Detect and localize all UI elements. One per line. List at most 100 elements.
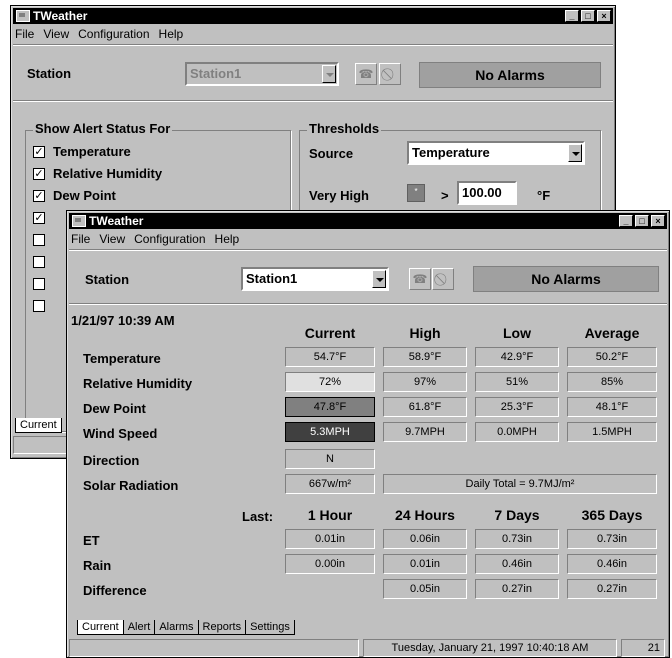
value-cell-low: 25.3°F	[475, 397, 559, 417]
checkbox-icon[interactable]	[33, 278, 45, 290]
tab-current[interactable]: Current	[15, 418, 62, 433]
app-icon	[72, 215, 86, 227]
front-titlebar[interactable]: TWeather _ □ ×	[69, 213, 667, 229]
minimize-icon[interactable]: _	[565, 10, 579, 22]
checkbox-icon[interactable]	[33, 300, 45, 312]
menu-help[interactable]: Help	[215, 231, 240, 247]
period-value-cell: 0.73in	[475, 529, 559, 549]
front-window[interactable]: TWeather _ □ × File View Configuration H…	[66, 210, 670, 658]
value-cell-low: 42.9°F	[475, 347, 559, 367]
value-cell-low: 0.0MPH	[475, 422, 559, 442]
period-header: 1 Hour	[307, 507, 353, 523]
tab-alert[interactable]: Alert	[122, 620, 156, 635]
dropdown-arrow-icon	[322, 65, 336, 83]
status-number: 21	[621, 639, 665, 657]
period-header: 7 Days	[494, 507, 540, 523]
divider	[69, 249, 667, 251]
value-cell-average: 85%	[567, 372, 657, 392]
checkbox-icon[interactable]	[33, 256, 45, 268]
checkbox-icon[interactable]: ✓	[33, 212, 45, 224]
checkbox-icon[interactable]: ✓	[33, 190, 45, 202]
maximize-icon[interactable]: □	[581, 10, 595, 22]
status-datetime: Tuesday, January 21, 1997 10:40:18 AM	[363, 639, 617, 657]
value-cell-high: 9.7MPH	[383, 422, 467, 442]
tab-strip: Current Alert Alarms Reports Settings	[77, 620, 295, 635]
alarm-status: No Alarms	[473, 266, 659, 292]
alert-item-label: Relative Humidity	[53, 166, 163, 181]
station-select[interactable]: Station1	[241, 267, 389, 291]
menu-help[interactable]: Help	[159, 26, 184, 42]
station-label: Station	[85, 272, 130, 287]
daily-total: Daily Total = 9.7MJ/m²	[383, 474, 657, 494]
menubar: File View Configuration Help	[15, 26, 192, 42]
period-value-cell: 0.73in	[567, 529, 657, 549]
divider	[13, 44, 613, 46]
alert-group-title: Show Alert Status For	[33, 121, 173, 136]
color-swatch[interactable]: *	[407, 184, 425, 202]
close-icon[interactable]: ×	[597, 10, 611, 22]
value-cell-high: 97%	[383, 372, 467, 392]
unit-label: °F	[537, 188, 551, 203]
solar-label: Solar Radiation	[83, 478, 179, 493]
period-row-label: Difference	[83, 583, 147, 598]
minimize-icon[interactable]: _	[619, 215, 633, 227]
menu-view[interactable]: View	[43, 26, 69, 42]
checkbox-icon[interactable]	[33, 234, 45, 246]
no-entry-icon: ⃠	[432, 268, 454, 290]
column-header: Current	[304, 325, 356, 341]
station-label: Station	[27, 66, 72, 81]
period-value-cell: 0.01in	[383, 554, 467, 574]
value-cell-average: 48.1°F	[567, 397, 657, 417]
value-cell-average: 50.2°F	[567, 347, 657, 367]
checkbox-icon[interactable]: ✓	[33, 168, 45, 180]
alarm-status: No Alarms	[419, 62, 601, 88]
phone-icon: ☎	[409, 268, 431, 290]
period-value-cell: 0.46in	[567, 554, 657, 574]
back-titlebar[interactable]: TWeather _ □ ×	[13, 8, 613, 24]
period-header: 365 Days	[581, 507, 643, 523]
divider	[69, 303, 667, 305]
dropdown-arrow-icon[interactable]	[568, 144, 582, 162]
station-select: Station1	[185, 62, 339, 86]
menu-file[interactable]: File	[71, 231, 90, 247]
no-entry-icon: ⃠	[379, 63, 401, 85]
value-cell-high: 58.9°F	[383, 347, 467, 367]
menu-configuration[interactable]: Configuration	[134, 231, 205, 247]
tab-settings[interactable]: Settings	[245, 620, 295, 635]
last-label: Last:	[242, 509, 274, 524]
period-header: 24 Hours	[395, 507, 455, 523]
alert-item-label: Temperature	[53, 144, 131, 159]
menu-view[interactable]: View	[99, 231, 125, 247]
period-value-cell: 0.05in	[383, 579, 467, 599]
row-label: Dew Point	[83, 401, 146, 416]
period-value-cell: 0.00in	[285, 554, 375, 574]
row-label: Temperature	[83, 351, 161, 366]
dropdown-arrow-icon[interactable]	[372, 270, 386, 288]
phone-icon: ☎	[355, 63, 377, 85]
menubar: File View Configuration Help	[71, 231, 248, 247]
maximize-icon[interactable]: □	[635, 215, 649, 227]
column-header: Average	[584, 325, 640, 341]
period-value-cell: 0.27in	[567, 579, 657, 599]
menu-configuration[interactable]: Configuration	[78, 26, 149, 42]
checkbox-icon[interactable]: ✓	[33, 146, 45, 158]
source-select[interactable]: Temperature	[407, 141, 585, 165]
row-label: Wind Speed	[83, 426, 158, 441]
period-value-cell: 0.46in	[475, 554, 559, 574]
app-icon	[16, 10, 30, 22]
tab-alarms[interactable]: Alarms	[154, 620, 199, 635]
solar-value: 667w/m²	[285, 474, 375, 494]
value-cell-current: 5.3MPH	[285, 422, 375, 442]
period-row-label: Rain	[83, 558, 112, 573]
tab-current[interactable]: Current	[77, 620, 124, 635]
period-value-cell: 0.01in	[285, 529, 375, 549]
menu-file[interactable]: File	[15, 26, 34, 42]
very-high-input[interactable]: 100.00	[457, 181, 517, 205]
tab-reports[interactable]: Reports	[197, 620, 247, 635]
value-cell-current: 47.8°F	[285, 397, 375, 417]
close-icon[interactable]: ×	[651, 215, 665, 227]
value-cell-current: 72%	[285, 372, 375, 392]
value-cell-current: 54.7°F	[285, 347, 375, 367]
window-title: TWeather	[33, 9, 88, 23]
value-cell-low: 51%	[475, 372, 559, 392]
